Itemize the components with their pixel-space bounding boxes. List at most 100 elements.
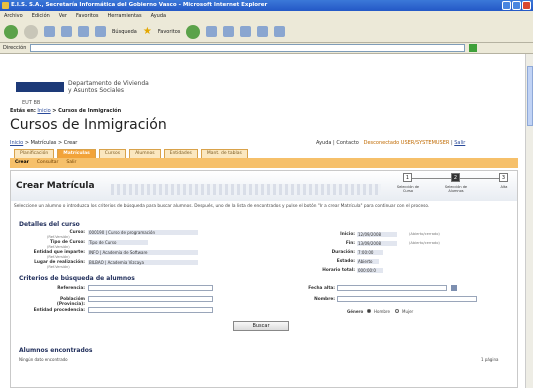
search-button[interactable]: Buscar bbox=[233, 321, 289, 331]
favorites-icon[interactable]: ★ bbox=[143, 26, 152, 37]
total-hours-label: Horario total: bbox=[322, 268, 355, 273]
date-input[interactable] bbox=[337, 285, 447, 291]
end-date-note: (Abierto/cerrado) bbox=[409, 241, 440, 245]
gender-female-radio[interactable] bbox=[395, 309, 399, 313]
subnav-consultar[interactable]: Consultar bbox=[37, 158, 59, 168]
address-label: Dirección bbox=[3, 45, 27, 51]
print-icon[interactable] bbox=[240, 26, 252, 37]
date-label: Fecha alta: bbox=[308, 286, 335, 291]
breadcrumb-top: Estás en: Inicio > Cursos de Inmigración bbox=[10, 108, 121, 114]
wizard-step-1: 1 bbox=[403, 173, 412, 182]
maximize-button[interactable] bbox=[512, 1, 521, 10]
history-icon[interactable] bbox=[206, 26, 218, 37]
content-panel: Crear Matrícula 1 2 3 Selección de Curso… bbox=[10, 170, 518, 388]
window-controls bbox=[502, 1, 531, 10]
folder-icon[interactable] bbox=[274, 26, 286, 37]
edit-icon[interactable] bbox=[257, 26, 269, 37]
home-icon[interactable] bbox=[78, 26, 89, 37]
results-empty-text: Ningún dato encontrado bbox=[19, 357, 68, 362]
close-button[interactable] bbox=[522, 1, 531, 10]
calendar-icon[interactable] bbox=[451, 285, 457, 291]
end-date-value: 13/09/2008 bbox=[357, 241, 397, 246]
contact-link[interactable]: Contacto bbox=[336, 140, 359, 146]
tab-entidades[interactable]: Entidades bbox=[163, 149, 198, 158]
course-hint: (Ref.Versión) bbox=[47, 235, 70, 239]
window-title: E.I.S. S.A., Secretaría Informática del … bbox=[11, 2, 268, 8]
wizard-steps: 1 2 3 Selección de Curso Selección de Al… bbox=[393, 173, 511, 199]
total-hours-value: 000:00:0 bbox=[357, 268, 383, 273]
start-date-value: 12/09/2008 bbox=[357, 232, 397, 237]
search-label[interactable]: Búsqueda bbox=[112, 29, 137, 35]
back-icon[interactable] bbox=[4, 24, 18, 39]
population-label: Poblacióm (Provincia): bbox=[56, 297, 85, 307]
search-icon[interactable] bbox=[95, 26, 106, 37]
tab-cursos[interactable]: Cursos bbox=[98, 149, 127, 158]
favorites-label[interactable]: Favoritos bbox=[158, 29, 181, 35]
breadcrumb-current: > Cursos de Inmigración bbox=[52, 108, 122, 114]
stop-icon[interactable] bbox=[44, 26, 55, 37]
tab-alumnos[interactable]: Alumnos bbox=[129, 149, 161, 158]
forward-icon[interactable] bbox=[24, 24, 38, 39]
menu-item-edicion[interactable]: Edición bbox=[32, 11, 50, 21]
wizard-step-3-label: Alta bbox=[500, 185, 508, 189]
breadcrumb-sub-home-link[interactable]: Inicio bbox=[10, 140, 23, 146]
location-hint: (Ref.Versión) bbox=[47, 265, 70, 269]
media-icon[interactable] bbox=[186, 24, 201, 39]
status-value: Abierto bbox=[357, 259, 379, 264]
mail-icon[interactable] bbox=[223, 26, 235, 37]
tab-planificacion[interactable]: Planificación bbox=[14, 149, 55, 158]
refresh-icon[interactable] bbox=[61, 26, 72, 37]
minimize-button[interactable] bbox=[502, 1, 511, 10]
origin-entity-label: Entidad procedencia: bbox=[33, 308, 85, 313]
gender-label: Género bbox=[347, 309, 364, 314]
web-page: Departamento de Vivienda y Asuntos Socia… bbox=[0, 54, 525, 388]
help-link[interactable]: Ayuda bbox=[316, 140, 331, 146]
reference-input[interactable] bbox=[88, 285, 213, 291]
exit-link[interactable]: Salir bbox=[454, 140, 465, 146]
menu-item-ayuda[interactable]: Ayuda bbox=[151, 11, 166, 21]
vertical-scrollbar[interactable] bbox=[525, 54, 533, 388]
breadcrumb-sub-path: > Matrículas > Crear bbox=[24, 140, 78, 146]
session-status: Desconectado USER/SYSTEMUSER bbox=[363, 140, 450, 146]
location-value: BILBAO | Academia Vizcaya bbox=[88, 260, 198, 265]
breadcrumb-home-link[interactable]: Inicio bbox=[37, 108, 50, 114]
course-value: 000190 | Curso de programación bbox=[88, 230, 198, 235]
user-indicator: EUT BB bbox=[22, 100, 41, 106]
entity-value: INFO | Academia de Software bbox=[88, 250, 198, 255]
entity-hint: (Ref.Versión) bbox=[47, 255, 70, 259]
department-name: Departamento de Vivienda y Asuntos Socia… bbox=[68, 80, 149, 94]
course-type-value: Tipo de Curso bbox=[88, 240, 148, 245]
instructions-text: Seleccione un alumno o introduzca los cr… bbox=[14, 204, 430, 209]
subnav-crear[interactable]: Crear bbox=[15, 158, 29, 168]
duration-value: 7:00:00 bbox=[357, 250, 383, 255]
tab-mant-tablas[interactable]: Mant. de tablas bbox=[200, 149, 248, 158]
reference-label: Referencia: bbox=[57, 286, 85, 291]
gender-male-radio[interactable] bbox=[367, 309, 371, 313]
ie-icon bbox=[2, 2, 9, 9]
tab-matriculas[interactable]: Matrículas bbox=[57, 149, 96, 158]
wizard-step-3: 3 bbox=[499, 173, 508, 182]
course-details-title: Detalles del curso bbox=[19, 221, 80, 228]
department-line-2: y Asuntos Sociales bbox=[68, 87, 124, 94]
go-button[interactable] bbox=[469, 44, 478, 52]
name-input[interactable] bbox=[337, 296, 477, 302]
course-type-hint: (Ref.Versión) bbox=[47, 245, 70, 249]
menu-item-archivo[interactable]: Archivo bbox=[4, 11, 23, 21]
results-title: Alumnos encontrados bbox=[19, 347, 93, 354]
menu-item-favoritos[interactable]: Favoritos bbox=[76, 11, 99, 21]
subnav-salir[interactable]: Salir bbox=[66, 158, 76, 168]
menu-item-herramientas[interactable]: Herramientas bbox=[108, 11, 142, 21]
address-input[interactable] bbox=[30, 44, 466, 52]
address-bar: Dirección bbox=[0, 43, 533, 54]
panel-header: Crear Matrícula 1 2 3 Selección de Curso… bbox=[11, 171, 517, 201]
population-input[interactable] bbox=[88, 296, 213, 302]
decorative-banner bbox=[111, 184, 381, 195]
scrollbar-thumb[interactable] bbox=[527, 66, 533, 126]
wizard-step-2-label: Selección de Alumnos bbox=[444, 185, 468, 193]
panel-title: Crear Matrícula bbox=[16, 181, 95, 191]
origin-entity-input[interactable] bbox=[88, 307, 213, 313]
start-date-note: (Abierto/cerrado) bbox=[409, 232, 440, 236]
menu-bar: Archivo Edición Ver Favoritos Herramient… bbox=[0, 11, 533, 21]
menu-item-ver[interactable]: Ver bbox=[59, 11, 67, 21]
window-titlebar: E.I.S. S.A., Secretaría Informática del … bbox=[0, 0, 533, 11]
